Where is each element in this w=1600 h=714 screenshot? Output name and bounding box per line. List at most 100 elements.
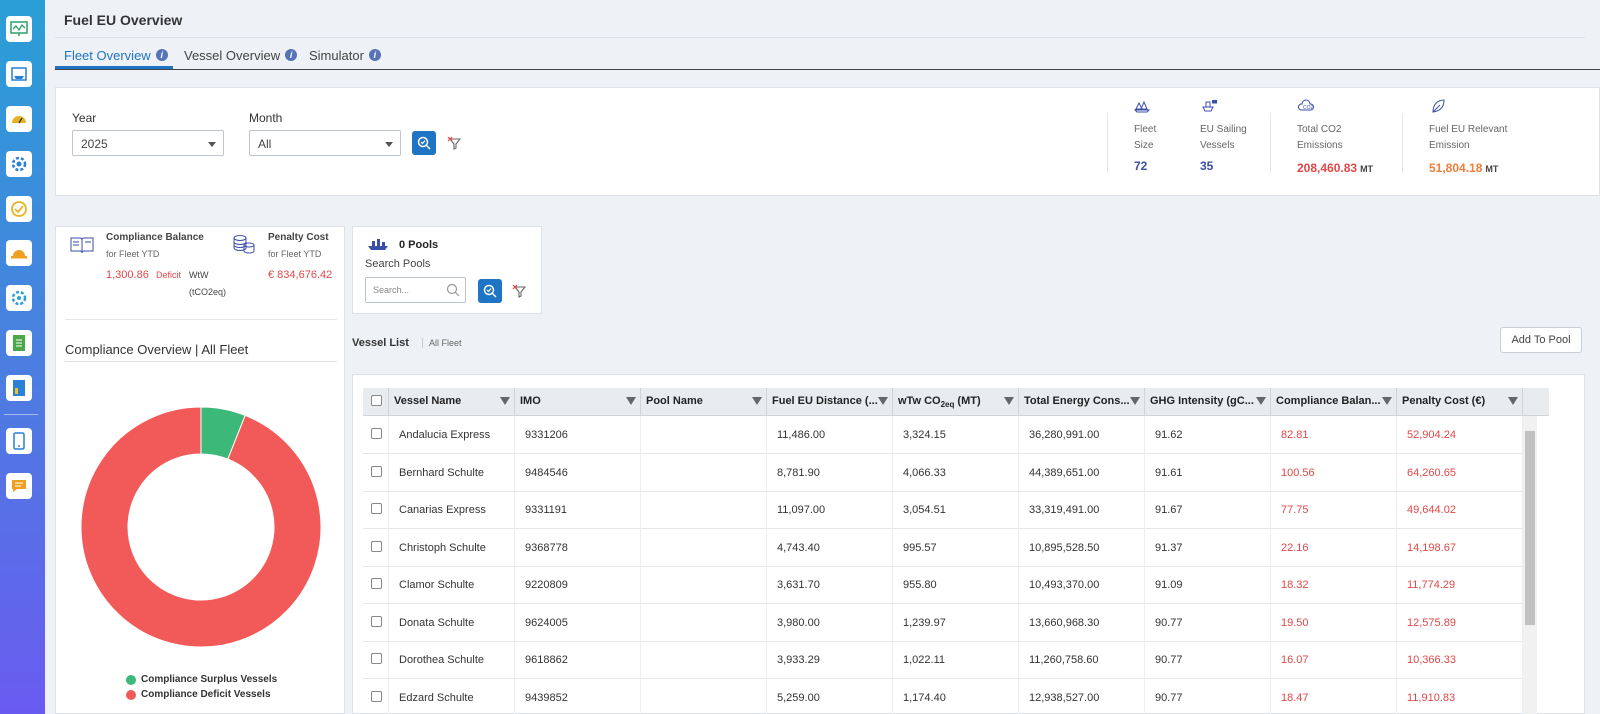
filter-icon[interactable] — [1256, 397, 1266, 405]
total-energy-cell: 44,389,651.00 — [1019, 453, 1145, 492]
filter-icon[interactable] — [1382, 397, 1392, 405]
column-header-subscript: 2eq — [940, 400, 955, 410]
settings-cog-icon[interactable] — [6, 285, 32, 311]
checklist-icon[interactable] — [6, 196, 32, 222]
pool-name-cell — [641, 678, 767, 714]
penalty-cost-cell: 11,774.29 — [1397, 566, 1523, 604]
row-checkbox[interactable] — [371, 503, 382, 514]
select-all-cell — [363, 388, 389, 416]
document-icon[interactable] — [6, 330, 32, 356]
gear-icon[interactable] — [6, 151, 32, 177]
legend-deficit[interactable]: Compliance Deficit Vessels — [126, 689, 271, 700]
row-checkbox[interactable] — [371, 615, 382, 627]
tab-fleet-overview[interactable]: Fleet Overview i — [64, 44, 168, 66]
kpi-divider — [1270, 113, 1271, 173]
imo-cell: 9368778 — [515, 528, 641, 567]
pool-search-input[interactable]: Search... — [365, 277, 466, 303]
total-energy-cell: 11,260,758.60 — [1019, 641, 1145, 679]
col-penalty-cost[interactable]: Penalty Cost (€) — [1397, 388, 1523, 416]
hard-hat-icon[interactable] — [6, 240, 32, 266]
donut-slice-1[interactable] — [81, 407, 321, 647]
row-checkbox[interactable] — [371, 690, 382, 702]
chart-title-divider — [65, 361, 337, 362]
select-all-checkbox[interactable] — [371, 395, 382, 406]
tab-vessel-overview[interactable]: Vessel Overview i — [184, 44, 298, 66]
table-row[interactable]: Edzard Schulte 9439852 5,259.00 1,174.40 12,… — [363, 678, 1523, 714]
kpi-label: Total CO2 — [1297, 124, 1342, 135]
fuel-eu-distance-cell: 11,486.00 — [767, 416, 893, 454]
pool-clear-filter-button[interactable] — [510, 282, 528, 300]
filter-icon[interactable] — [752, 397, 762, 405]
svg-text:CO2: CO2 — [1303, 105, 1314, 111]
table-row[interactable]: Andalucia Express 9331206 11,486.00 3,324.1… — [363, 416, 1523, 454]
legend-surplus[interactable]: Compliance Surplus Vessels — [126, 674, 277, 685]
column-header: Compliance Balan... — [1276, 395, 1381, 407]
search-pools-label: Search Pools — [365, 258, 431, 270]
filter-icon[interactable] — [878, 397, 888, 405]
apply-filter-button[interactable] — [412, 131, 436, 155]
compliance-balance-block: Compliance Balance for Fleet YTD — [106, 232, 204, 259]
main-content: Fuel EU Overview Fleet Overview i Vessel… — [45, 0, 1600, 714]
total-energy-cell: 12,938,527.00 — [1019, 678, 1145, 714]
year-select[interactable]: 2025 — [72, 130, 224, 156]
monitor-chart-icon[interactable] — [6, 16, 32, 42]
compliance-card: Compliance Balance for Fleet YTD 1,300.8… — [55, 226, 345, 714]
fuel-eu-distance-cell: 4,743.40 — [767, 528, 893, 567]
fuel-eu-distance-cell: 5,259.00 — [767, 678, 893, 714]
ship-dock-icon[interactable] — [6, 61, 32, 87]
col-pool-name[interactable]: Pool Name — [641, 388, 767, 416]
table-row[interactable]: Dorothea Schulte 9618862 3,933.29 1,022.11 1… — [363, 641, 1523, 679]
table-scrollbar[interactable] — [1523, 416, 1537, 714]
col-compliance-balance[interactable]: Compliance Balan... — [1271, 388, 1397, 416]
wtw-co2-cell: 995.57 — [893, 528, 1019, 567]
vessel-name-cell: Dorothea Schulte — [389, 641, 515, 679]
column-header: Fuel EU Distance (... — [772, 395, 878, 407]
legend-swatch — [126, 689, 136, 700]
month-select[interactable]: All — [249, 130, 401, 156]
column-header: wTw CO — [898, 395, 941, 407]
column-header: GHG Intensity (gC... — [1150, 395, 1254, 407]
filter-icon[interactable] — [500, 397, 510, 405]
imo-cell: 9618862 — [515, 641, 641, 679]
info-icon[interactable]: i — [285, 49, 298, 61]
col-imo[interactable]: IMO — [515, 388, 641, 416]
add-to-pool-button[interactable]: Add To Pool — [1500, 327, 1582, 353]
col-fuel-eu-distance[interactable]: Fuel EU Distance (... — [767, 388, 893, 416]
table-row[interactable]: Donata Schulte 9624005 3,980.00 1,239.97 13,… — [363, 603, 1523, 642]
book-icon — [70, 237, 94, 254]
table-row[interactable]: Canarias Express 9331191 11,097.00 3,054.51… — [363, 491, 1523, 529]
row-checkbox[interactable] — [371, 540, 382, 552]
search-check-icon — [417, 136, 431, 150]
info-icon[interactable]: i — [155, 49, 168, 61]
report-icon[interactable] — [6, 375, 32, 401]
table-row[interactable]: Christoph Schulte 9368778 4,743.40 995.57 10… — [363, 528, 1523, 567]
row-checkbox-cell — [363, 641, 389, 679]
tab-simulator[interactable]: Simulator i — [309, 44, 381, 66]
col-vessel-name[interactable]: Vessel Name — [389, 388, 515, 416]
table-row[interactable]: Clamor Schulte 9220809 3,631.70 955.80 10,49… — [363, 566, 1523, 604]
compliance-balance-cell: 18.32 — [1271, 566, 1397, 604]
filter-icon[interactable] — [1004, 397, 1014, 405]
filter-icon[interactable] — [626, 397, 636, 405]
tab-label: Vessel Overview — [184, 47, 281, 63]
row-checkbox[interactable] — [371, 578, 382, 589]
table-row[interactable]: Bernhard Schulte 9484546 8,781.90 4,066.33 4… — [363, 453, 1523, 492]
wtw-co2-cell: 1,174.40 — [893, 678, 1019, 714]
filter-icon[interactable] — [1130, 397, 1140, 405]
pool-search-button[interactable] — [478, 279, 502, 303]
col-ghg-intensity[interactable]: GHG Intensity (gC... — [1145, 388, 1271, 416]
chat-icon[interactable] — [6, 473, 32, 499]
scrollbar-thumb[interactable] — [1525, 431, 1535, 625]
col-total-energy[interactable]: Total Energy Cons... — [1019, 388, 1145, 416]
total-energy-cell: 36,280,991.00 — [1019, 416, 1145, 454]
gauge-icon[interactable] — [6, 106, 32, 132]
col-wtw-co2[interactable]: wTw CO2eq (MT) — [893, 388, 1019, 416]
mobile-icon[interactable] — [6, 428, 32, 454]
filter-icon[interactable] — [1508, 397, 1518, 405]
info-icon[interactable]: i — [368, 49, 381, 61]
row-checkbox[interactable] — [371, 428, 382, 439]
row-checkbox[interactable] — [371, 465, 382, 477]
clear-filter-button[interactable] — [445, 134, 463, 152]
row-checkbox[interactable] — [371, 653, 382, 664]
kpi-total-co2: CO2 Total CO2 Emissions 208,460.83 MT — [1297, 98, 1373, 186]
